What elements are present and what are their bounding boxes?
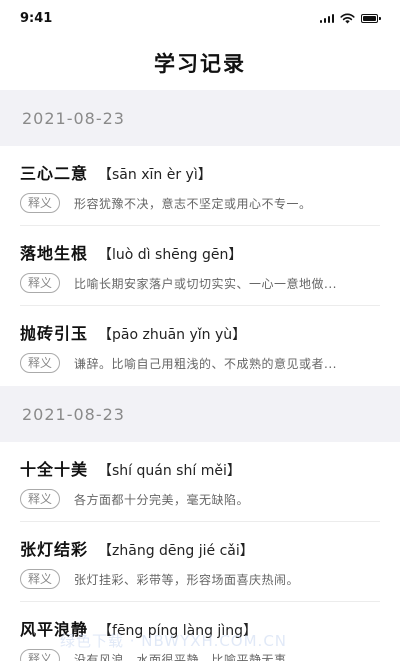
idiom-word: 落地生根 bbox=[20, 244, 89, 263]
signal-icon bbox=[319, 13, 334, 23]
definition-tag: 释义 bbox=[20, 649, 61, 661]
definition-tag: 释义 bbox=[20, 273, 61, 293]
idiom-definition: 各方面都十分完美，毫无缺陷。 bbox=[74, 492, 250, 507]
definition-tag: 释义 bbox=[20, 193, 61, 213]
definition-tag: 释义 bbox=[20, 353, 61, 373]
idiom-pinyin: 【fēng píng làng jìng】 bbox=[98, 623, 257, 639]
idiom-pinyin: 【luò dì shēng gēn】 bbox=[98, 247, 243, 263]
list-item[interactable]: 十全十美 【shí quán shí měi】 释义 各方面都十分完美，毫无缺陷… bbox=[20, 442, 380, 522]
idiom-word: 抛砖引玉 bbox=[20, 324, 89, 343]
status-bar: 9:41 bbox=[0, 0, 400, 36]
idiom-definition: 张灯挂彩、彩带等，形容场面喜庆热闹。 bbox=[74, 572, 300, 587]
section-date: 2021-08-23 bbox=[22, 404, 125, 424]
idiom-definition: 比喻长期安家落户或切切实实、一心一意地做... bbox=[74, 276, 337, 291]
definition-tag: 释义 bbox=[20, 569, 61, 589]
idiom-definition: 没有风浪，水面很平静，比喻平静无事。 bbox=[74, 652, 300, 661]
idiom-definition: 谦辞。比喻自己用粗浅的、不成熟的意见或者... bbox=[74, 356, 337, 371]
idiom-pinyin: 【sān xīn èr yì】 bbox=[98, 167, 212, 183]
list-item[interactable]: 三心二意 【sān xīn èr yì】 释义 形容犹豫不决，意志不坚定或用心不… bbox=[20, 146, 380, 226]
idiom-definition: 形容犹豫不决，意志不坚定或用心不专一。 bbox=[74, 196, 312, 211]
idiom-word: 张灯结彩 bbox=[20, 540, 89, 559]
list-item[interactable]: 风平浪静 【fēng píng làng jìng】 释义 没有风浪，水面很平静… bbox=[20, 602, 380, 661]
section-2: 2021-08-23 十全十美 【shí quán shí měi】 释义 各方… bbox=[0, 386, 400, 661]
definition-tag: 释义 bbox=[20, 489, 61, 509]
list-item[interactable]: 落地生根 【luò dì shēng gēn】 释义 比喻长期安家落户或切切实实… bbox=[20, 226, 380, 306]
idiom-pinyin: 【pāo zhuān yǐn yù】 bbox=[98, 327, 247, 343]
idiom-word: 十全十美 bbox=[20, 460, 89, 479]
status-time: 9:41 bbox=[20, 10, 53, 26]
idiom-word: 三心二意 bbox=[20, 164, 89, 183]
section-date-header: 2021-08-23 bbox=[0, 386, 400, 442]
section-date-header: 2021-08-23 bbox=[0, 90, 400, 146]
status-icons bbox=[319, 13, 381, 24]
idiom-word: 风平浪静 bbox=[20, 620, 89, 639]
page-title: 学习记录 bbox=[154, 52, 246, 76]
wifi-icon bbox=[340, 13, 355, 23]
section-1: 2021-08-23 三心二意 【sān xīn èr yì】 释义 形容犹豫不… bbox=[0, 90, 400, 386]
list-item[interactable]: 抛砖引玉 【pāo zhuān yǐn yù】 释义 谦辞。比喻自己用粗浅的、不… bbox=[20, 306, 380, 386]
nav-bar: 学习记录 bbox=[0, 36, 400, 90]
list-item[interactable]: 张灯结彩 【zhāng dēng jié cǎi】 释义 张灯挂彩、彩带等，形容… bbox=[20, 522, 380, 602]
idiom-pinyin: 【zhāng dēng jié cǎi】 bbox=[98, 543, 254, 559]
idiom-pinyin: 【shí quán shí měi】 bbox=[98, 463, 241, 479]
section-date: 2021-08-23 bbox=[22, 108, 125, 128]
battery-icon bbox=[361, 13, 381, 23]
